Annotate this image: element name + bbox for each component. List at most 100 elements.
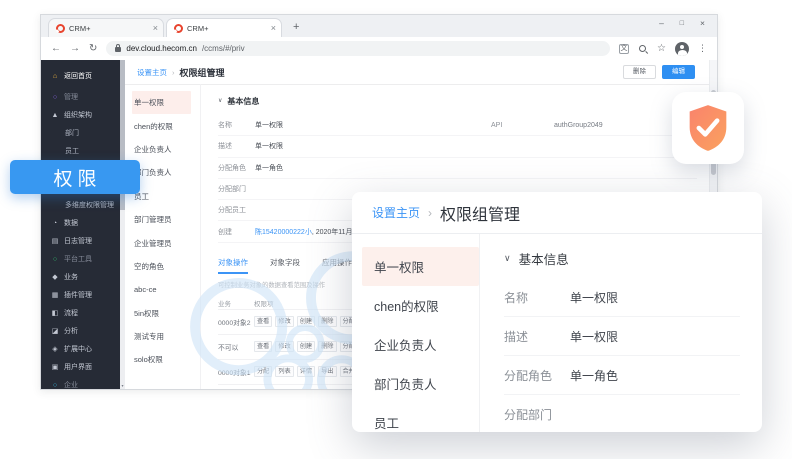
breadcrumb-link[interactable]: 设置主页 <box>137 67 167 78</box>
app-sidebar: ⌂返回首页○管理▲组织架构部门员工角色权限多维度权限管理◔数据▤日志管理○平台工… <box>41 60 120 389</box>
perm-group-item[interactable]: 单一权限 <box>132 91 191 114</box>
field-label: 分配员工 <box>218 205 255 215</box>
object-tab[interactable]: 对象字段 <box>270 257 300 274</box>
url-domain: dev.cloud.hecom.cn <box>126 44 197 53</box>
field-value: 单一角色 <box>570 367 618 384</box>
sidebar-item-multi-dim-permission[interactable]: 多维度权限管理 <box>41 196 120 214</box>
breadcrumb-separator: › <box>172 68 175 77</box>
perm-group-item[interactable]: 企业负责人 <box>125 138 200 161</box>
perm-chip: 创建 <box>297 341 315 352</box>
sidebar-item-analysis[interactable]: ◪分析 <box>41 322 120 340</box>
new-tab-button[interactable]: + <box>293 22 299 33</box>
sidebar-item-label: 日志管理 <box>64 236 92 246</box>
field-value: 单一权限 <box>570 289 618 306</box>
field-label: 描述 <box>504 328 570 345</box>
sidebar-item-plugin-manage[interactable]: ▦ 插件管理 <box>41 286 120 304</box>
perm-group-item[interactable]: abc-ce <box>125 278 200 301</box>
overlay-perm-item[interactable]: 单一权限 <box>362 247 479 286</box>
header-actions: 删除 编辑 <box>623 65 695 80</box>
toolbar-actions: 文 ☆ ⋮ <box>619 42 707 56</box>
sidebar-item-department[interactable]: 部门 <box>41 124 120 142</box>
window-controls: – □ × <box>659 18 705 28</box>
minimize-button[interactable]: – <box>659 18 664 28</box>
perm-group-item[interactable]: 5in权限 <box>125 302 200 325</box>
object-tab[interactable]: 对象操作 <box>218 257 248 274</box>
forward-icon[interactable]: → <box>70 44 80 54</box>
close-tab-icon[interactable]: × <box>153 24 158 33</box>
section-header[interactable]: ∨ 基本信息 <box>218 92 697 110</box>
plugin-icon: ▦ <box>51 292 59 299</box>
sidebar-item-extension-center[interactable]: ◈扩展中心 <box>41 340 120 358</box>
sidebar-item-label: 企业 <box>64 380 78 389</box>
perm-group-item[interactable]: 空的角色 <box>125 255 200 278</box>
sidebar-item-user-interface[interactable]: ▣用户界面 <box>41 358 120 376</box>
address-bar[interactable]: dev.cloud.hecom.cn/ccms/#/priv <box>106 41 610 56</box>
crm-logo-icon <box>56 24 65 33</box>
shield-check-icon <box>686 103 730 153</box>
sidebar-item-data[interactable]: ◔数据 <box>41 214 120 232</box>
clock-icon: ◔ <box>51 220 59 227</box>
chevron-down-icon: ∨ <box>218 98 222 104</box>
close-tab-icon[interactable]: × <box>271 24 276 33</box>
perm-chip: 列表 <box>275 366 293 377</box>
perm-group-item[interactable]: chen的权限 <box>125 114 200 137</box>
overlay-basic-info-form: 名称单一权限描述单一权限分配角色单一角色分配部门 <box>504 278 740 432</box>
chart-icon: ◪ <box>51 328 59 335</box>
form-row: 描述单一权限 <box>218 136 697 157</box>
ui-icon: ▣ <box>51 364 59 371</box>
overlay-form-row: 描述单一权限 <box>504 317 740 356</box>
browser-tab-2[interactable]: CRM+ × <box>166 18 282 37</box>
sidebar-item-platform-tools[interactable]: ○平台工具 <box>41 250 120 268</box>
profile-avatar[interactable] <box>675 42 689 56</box>
breadcrumb-separator: › <box>428 206 432 220</box>
sidebar-item-label: 组织架构 <box>64 110 92 120</box>
overlay-perm-item[interactable]: chen的权限 <box>352 286 479 325</box>
desktop: CRM+ × CRM+ × + – □ × ← → ↻ dev.cloud.he… <box>0 0 792 459</box>
field-label: 分配角色 <box>504 367 570 384</box>
perm-group-item[interactable]: 企业管理员 <box>125 231 200 254</box>
edit-button[interactable]: 编辑 <box>662 65 695 80</box>
zoom-icon[interactable] <box>638 44 648 54</box>
translate-icon[interactable]: 文 <box>619 44 629 54</box>
sidebar-item-workflow[interactable]: ◧流程 <box>41 304 120 322</box>
page-header: 设置主页 › 权限组管理 删除 编辑 <box>125 60 717 85</box>
delete-button[interactable]: 删除 <box>623 65 656 80</box>
perm-group-item[interactable]: 部门管理员 <box>125 208 200 231</box>
sidebar-item-label: 插件管理 <box>64 290 92 300</box>
field-label: 创建 <box>218 227 255 237</box>
browser-toolbar: ← → ↻ dev.cloud.hecom.cn/ccms/#/priv 文 ☆… <box>41 37 717 61</box>
sidebar-item-org-structure[interactable]: ▲组织架构 <box>41 106 120 124</box>
sidebar-item-log-manage[interactable]: ▤ 日志管理 <box>41 232 120 250</box>
overlay-perm-item[interactable]: 部门负责人 <box>352 364 479 403</box>
sidebar-item-back-home[interactable]: ⌂返回首页 <box>41 67 120 85</box>
overlay-perm-item[interactable]: 企业负责人 <box>352 325 479 364</box>
sidebar-item-label: 部门 <box>65 128 79 138</box>
extension-icon: ◈ <box>51 346 59 353</box>
back-icon[interactable]: ← <box>51 44 61 54</box>
creator-link[interactable]: 陈15420000222小 <box>255 227 312 237</box>
browser-tab-1[interactable]: CRM+ × <box>48 18 164 37</box>
column-perms: 权限项 <box>254 298 274 308</box>
tab-strip: CRM+ × CRM+ × + – □ × <box>41 15 717 37</box>
overlay-section-header[interactable]: ∨ 基本信息 <box>504 246 740 270</box>
perm-group-item[interactable]: solo权限 <box>125 348 200 371</box>
close-window-button[interactable]: × <box>700 18 705 28</box>
log-icon: ▤ <box>51 238 59 245</box>
sidebar-item-label: 管理 <box>64 92 78 102</box>
ring-icon: ○ <box>51 94 59 101</box>
browser-menu-icon[interactable]: ⋮ <box>698 44 707 53</box>
perm-group-item[interactable]: 测试专用 <box>125 325 200 348</box>
sidebar-item-employee[interactable]: 员工 <box>41 142 120 160</box>
object-tab[interactable]: 应用操作 <box>322 257 352 274</box>
sidebar-item-label: 多维度权限管理 <box>65 200 114 210</box>
sidebar-item-manage[interactable]: ○ 管理 <box>41 88 120 106</box>
permission-callout[interactable]: 权限 <box>10 160 140 194</box>
bookmark-star-icon[interactable]: ☆ <box>657 44 666 54</box>
sidebar-item-enterprise[interactable]: ○企业 <box>41 376 120 389</box>
overlay-perm-item[interactable]: 员工 <box>352 403 479 432</box>
sidebar-item-business[interactable]: ◆业务 <box>41 268 120 286</box>
overlay-breadcrumb-link[interactable]: 设置主页 <box>372 204 420 221</box>
maximize-button[interactable]: □ <box>680 20 684 27</box>
business-cell: 0000对象2 <box>218 317 254 327</box>
reload-icon[interactable]: ↻ <box>89 44 97 54</box>
